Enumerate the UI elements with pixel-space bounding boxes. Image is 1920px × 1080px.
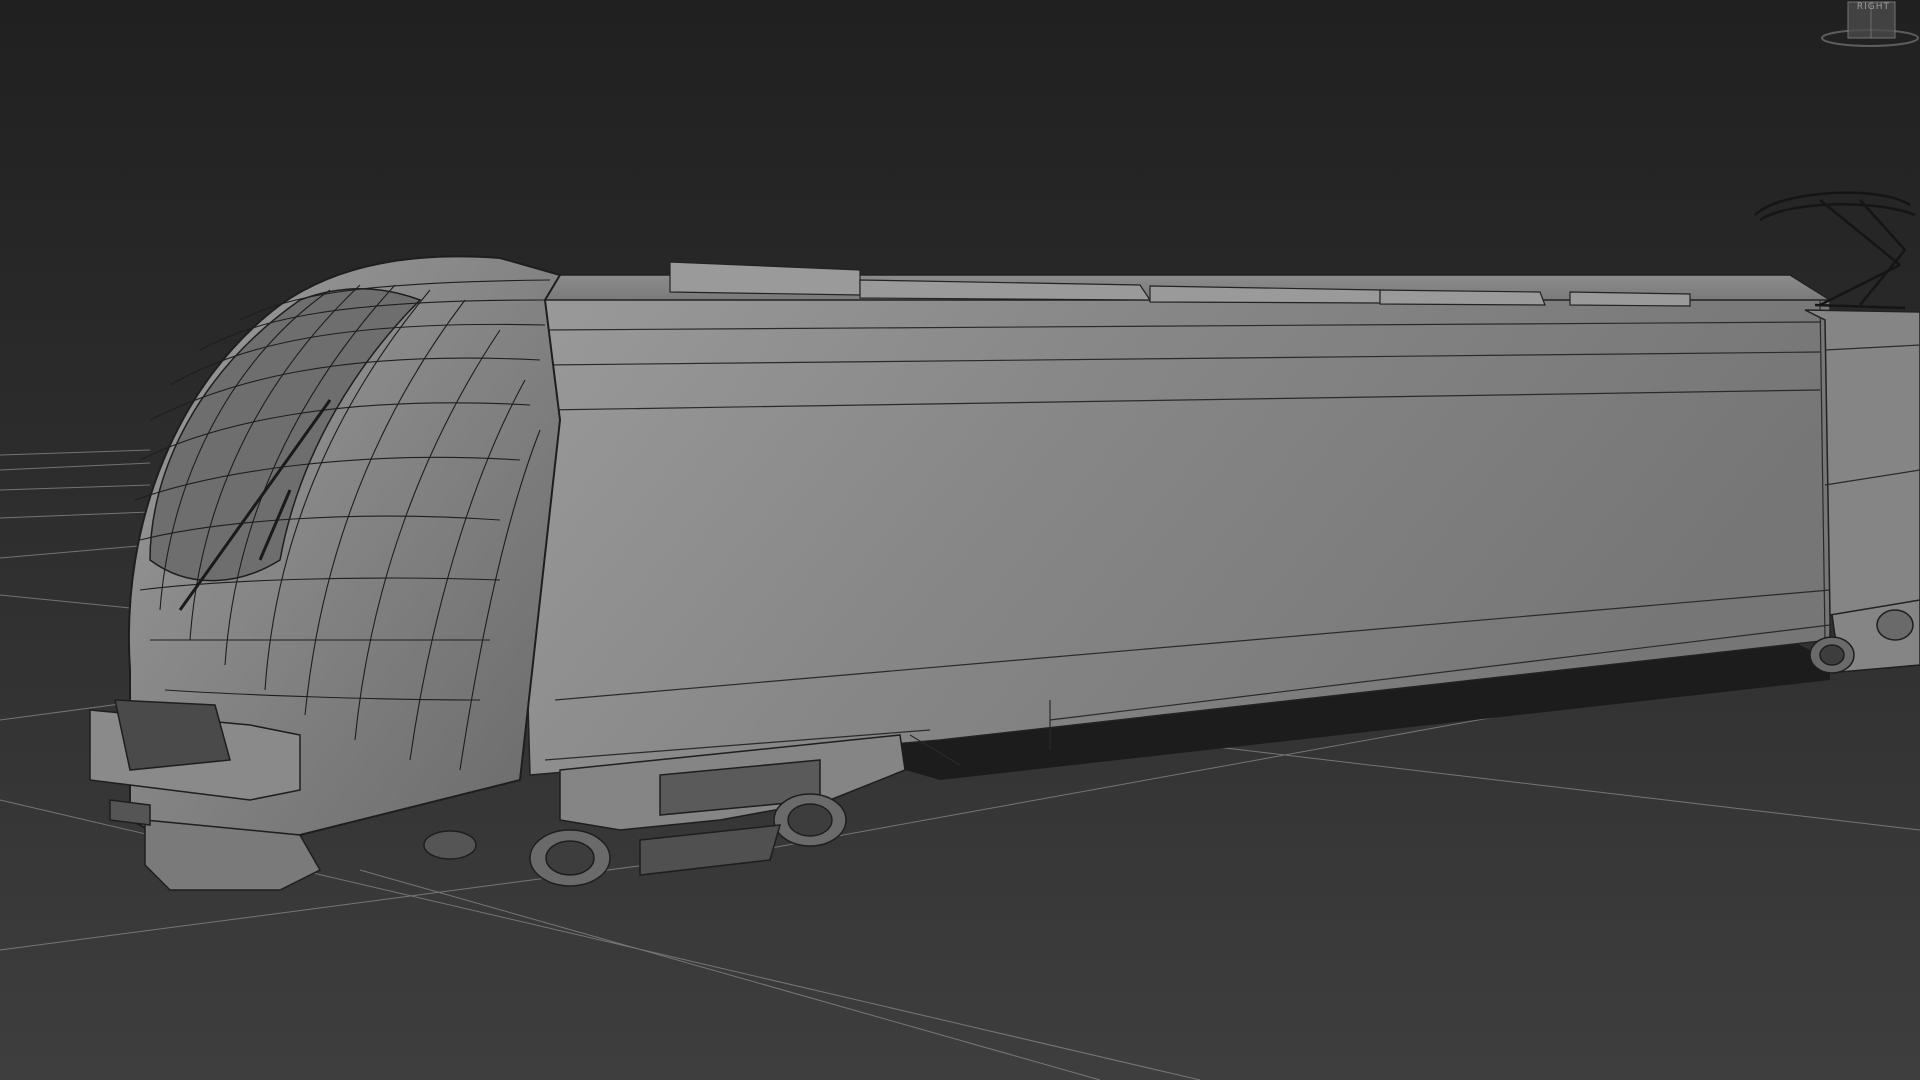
viewcube-gizmo[interactable]: RIGHT [1800, 0, 1920, 50]
viewport-canvas[interactable] [0, 0, 1920, 1080]
3d-viewport[interactable]: RIGHT [0, 0, 1920, 1080]
viewcube-label[interactable]: RIGHT [1857, 2, 1890, 12]
